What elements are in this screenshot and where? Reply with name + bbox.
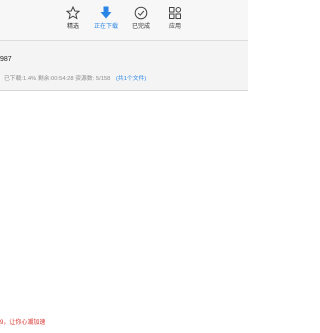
star-icon: [66, 6, 80, 20]
download-meta: 已下载:1.4% 剩余:00:54:28 资源数: 5/158 (共1个文件): [4, 73, 146, 82]
file-count-link[interactable]: (共1个文件): [116, 76, 146, 82]
tab-featured[interactable]: 精选: [55, 6, 91, 36]
apps-grid-icon: [169, 7, 182, 19]
download-name: 987: [0, 56, 12, 63]
downloaded-percent: 已下载:1.4%: [4, 76, 37, 82]
remaining-time: 剩余:00:54:28: [37, 76, 74, 82]
tab-apps-label: 应用: [168, 24, 181, 30]
download-arrow-icon: [100, 6, 112, 19]
section-gap: [0, 41, 248, 50]
source-count: 资源数: 5/158: [75, 76, 111, 82]
tab-downloading-label: 正在下载: [93, 24, 118, 30]
tab-downloading[interactable]: 正在下载: [88, 6, 124, 36]
promo-tip[interactable]: 9，让你心潮加速: [0, 317, 45, 326]
check-circle-icon: [134, 6, 148, 20]
tab-completed[interactable]: 已完成: [123, 6, 159, 36]
tab-featured-label: 精选: [66, 24, 79, 30]
top-tab-bar: 精选 正在下载 已完成 应用: [0, 0, 248, 41]
tab-apps[interactable]: 应用: [157, 6, 193, 36]
download-item[interactable]: 987 已下载:1.4% 剩余:00:54:28 资源数: 5/158 (共1个…: [0, 50, 248, 91]
tab-completed-label: 已完成: [131, 24, 150, 30]
